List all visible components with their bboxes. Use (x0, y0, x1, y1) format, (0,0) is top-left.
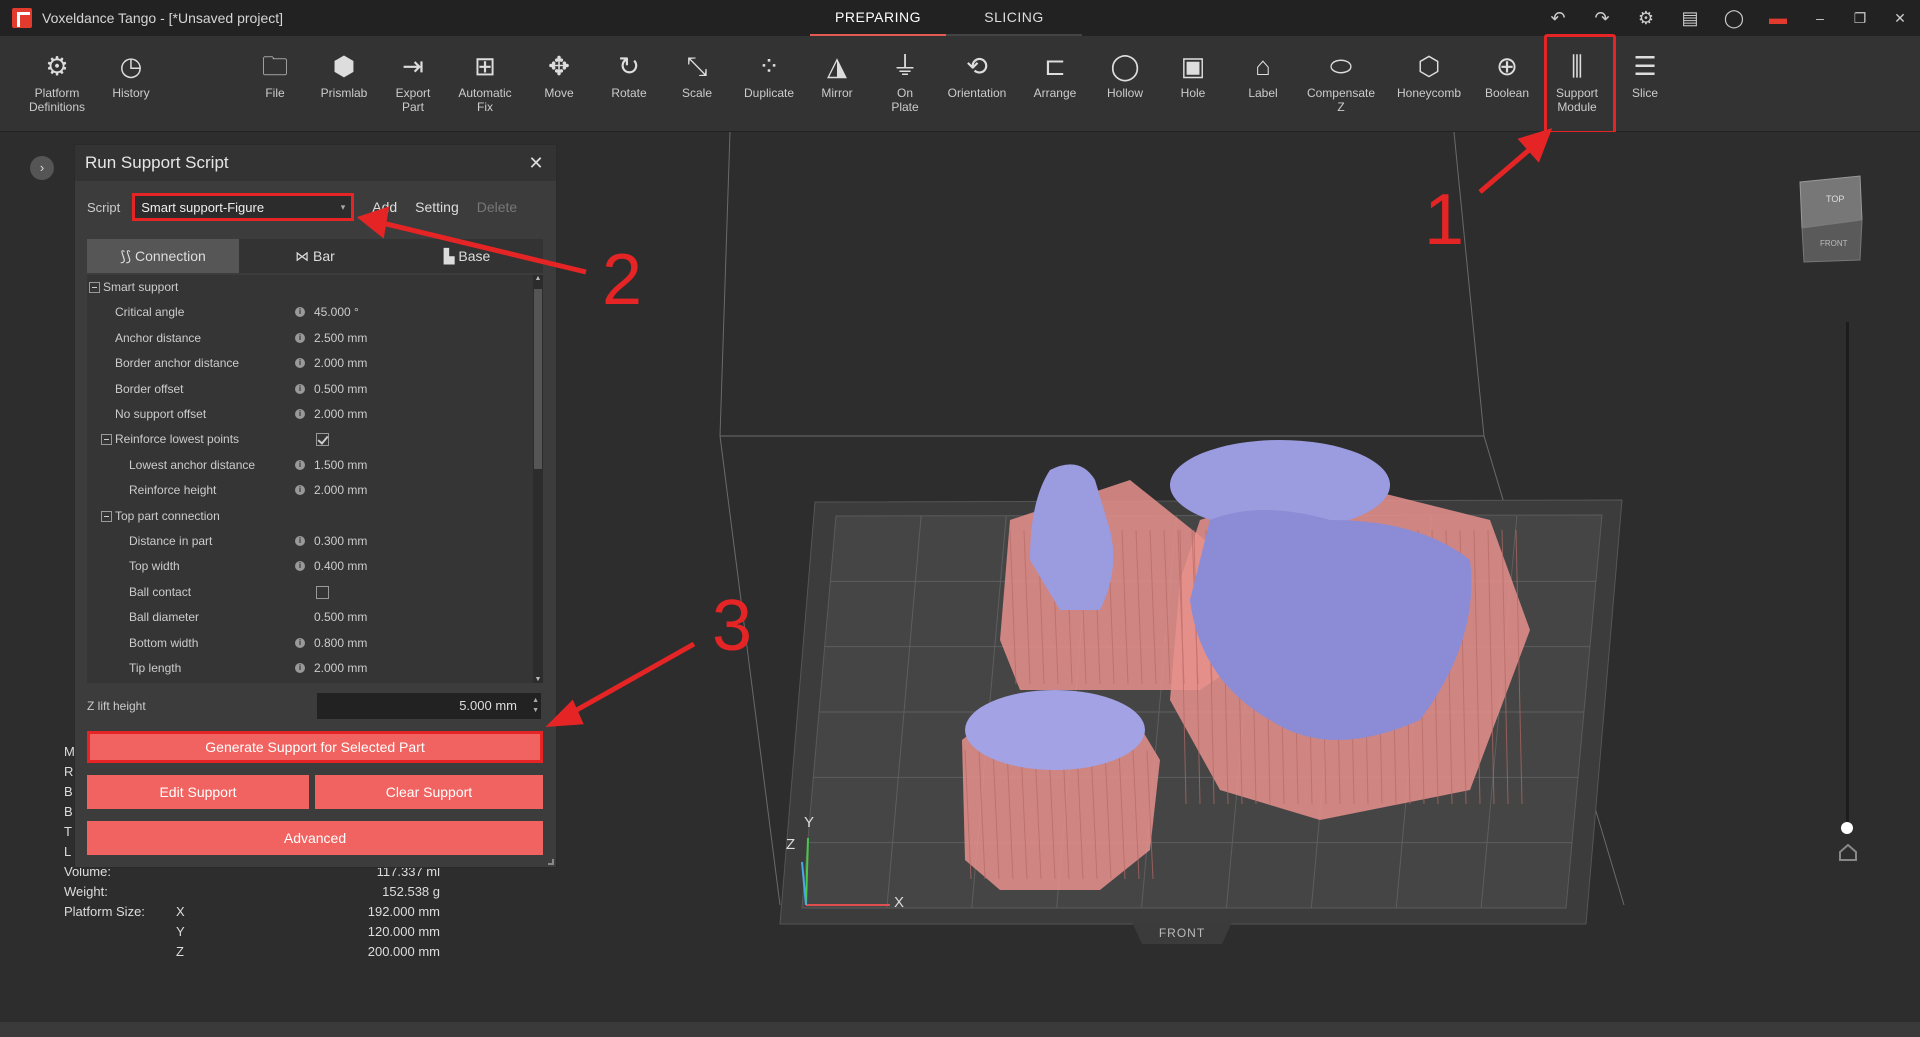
annotation-number-3: 3 (712, 586, 753, 666)
status-bar (0, 1022, 1920, 1037)
annotation-number-2: 2 (602, 240, 643, 320)
annotation-overlay (356, 128, 1553, 727)
annotation-number-1: 1 (1424, 180, 1465, 260)
